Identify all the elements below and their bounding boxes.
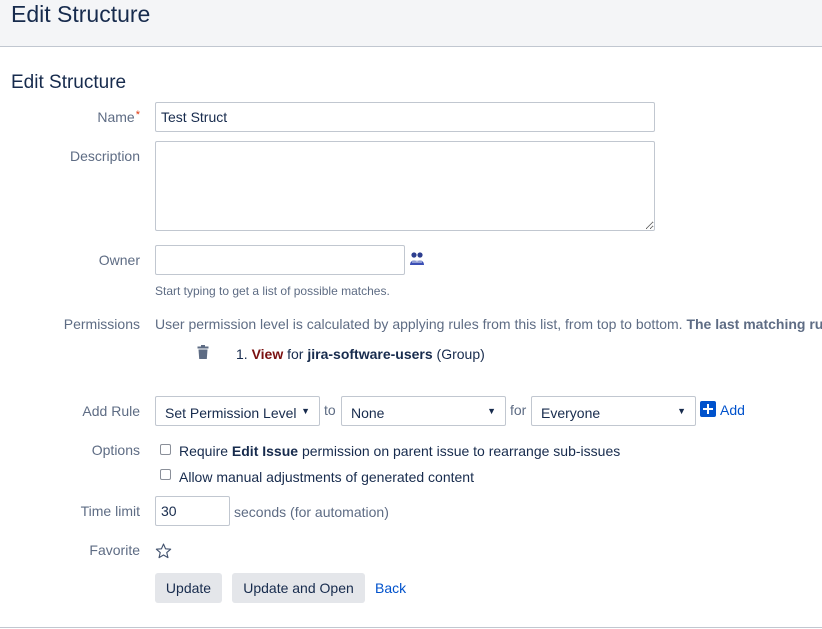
star-icon[interactable] — [155, 543, 172, 559]
required-mark: * — [135, 109, 140, 121]
option-label-edit-issue: Require Edit Issue permission on parent … — [179, 443, 620, 459]
permission-level-select[interactable]: None ▼ — [341, 396, 506, 426]
rule-type: (Group) — [432, 346, 485, 362]
trash-icon[interactable] — [197, 345, 209, 359]
permission-action-select[interactable]: Set Permission Level ▼ — [155, 396, 320, 426]
options-label: Options — [91, 442, 140, 458]
rule-number: 1. — [236, 346, 248, 362]
chevron-down-icon: ▼ — [677, 406, 686, 416]
option-label-manual-adjustments: Allow manual adjustments of generated co… — [179, 469, 474, 485]
time-limit-suffix: seconds (for automation) — [234, 504, 389, 520]
update-button[interactable]: Update — [155, 573, 222, 603]
option-checkbox-edit-issue[interactable] — [160, 444, 171, 455]
name-label: Name* — [97, 109, 140, 125]
update-and-open-button[interactable]: Update and Open — [232, 573, 365, 603]
add-rule-link[interactable]: Add — [720, 402, 745, 418]
owner-label: Owner — [98, 252, 140, 268]
owner-hint: Start typing to get a list of possible m… — [155, 284, 390, 298]
for-text: for — [510, 402, 527, 418]
user-picker-icon[interactable] — [409, 251, 425, 267]
permissions-intro-bold: The last matching ru — [686, 316, 822, 332]
permission-action-value: Set Permission Level — [165, 405, 297, 421]
add-rule-plus-icon[interactable] — [700, 401, 716, 417]
owner-input[interactable] — [155, 245, 405, 275]
back-link[interactable]: Back — [375, 580, 406, 596]
rule-for-text: for — [283, 346, 308, 362]
page-title: Edit Structure — [11, 1, 151, 27]
add-rule-label: Add Rule — [82, 403, 140, 419]
option-checkbox-manual-adjustments[interactable] — [160, 469, 171, 480]
chevron-down-icon: ▼ — [487, 406, 496, 416]
rule-level: View — [251, 346, 284, 362]
permission-level-value: None — [351, 405, 385, 421]
description-label: Description — [69, 148, 140, 164]
permission-who-value: Everyone — [541, 405, 601, 421]
footer-divider — [0, 627, 822, 628]
name-label-text: Name — [97, 109, 135, 125]
description-textarea[interactable] — [155, 141, 655, 231]
name-input[interactable] — [155, 102, 655, 132]
option-suffix: permission on parent issue to rearrange … — [298, 443, 621, 459]
option-bold: Edit Issue — [231, 443, 299, 459]
time-limit-input[interactable] — [155, 496, 230, 526]
permission-rule: 1. View for jira-software-users (Group) — [236, 346, 485, 362]
rule-target: jira-software-users — [307, 346, 433, 362]
permissions-intro-text: User permission level is calculated by a… — [155, 316, 687, 332]
permissions-label: Permissions — [63, 316, 140, 332]
chevron-down-icon: ▼ — [301, 406, 310, 416]
permission-who-select[interactable]: Everyone ▼ — [531, 396, 696, 426]
favorite-label: Favorite — [89, 542, 140, 558]
option-prefix: Require — [179, 443, 232, 459]
form-title: Edit Structure — [11, 72, 127, 93]
page-header: Edit Structure — [0, 0, 822, 47]
to-text: to — [324, 402, 336, 418]
permissions-intro: User permission level is calculated by a… — [155, 316, 822, 332]
time-limit-label: Time limit — [80, 503, 140, 519]
